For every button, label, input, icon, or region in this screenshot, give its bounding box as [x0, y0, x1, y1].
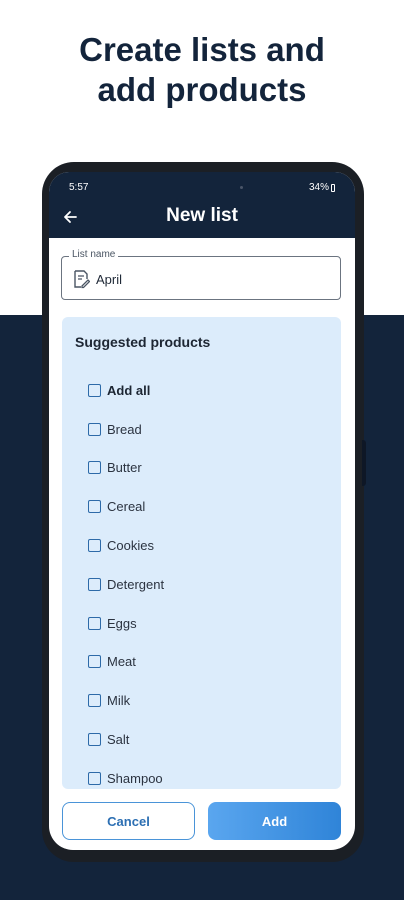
suggested-products-list: Add all Bread Butter Cereal Cookies Dete… — [88, 371, 164, 798]
checkbox-add-all[interactable]: Add all — [88, 371, 164, 410]
battery-icon — [331, 183, 335, 192]
checkbox-label: Butter — [107, 460, 142, 476]
checkbox-shampoo[interactable]: Shampoo — [88, 759, 164, 798]
checkbox-icon[interactable] — [88, 383, 101, 397]
headline-line-1: Create lists and — [79, 31, 325, 68]
headline-line-2: add products — [97, 71, 307, 108]
checkbox-label: Milk — [107, 693, 131, 709]
cancel-button[interactable]: Cancel — [62, 802, 195, 840]
checkbox-icon[interactable] — [88, 694, 101, 708]
checkbox-butter[interactable]: Butter — [88, 449, 164, 488]
battery-percent: 34% — [308, 182, 329, 193]
checkbox-icon[interactable] — [88, 733, 101, 747]
checkbox-bread[interactable]: Bread — [88, 410, 164, 449]
checkbox-label: Salt — [107, 732, 130, 748]
checkbox-icon[interactable] — [88, 771, 101, 785]
checkbox-label: Cereal — [107, 499, 146, 515]
headline: Create lists and add products — [0, 30, 404, 110]
edit-note-icon — [74, 270, 90, 289]
checkbox-icon[interactable] — [88, 461, 101, 475]
checkbox-icon[interactable] — [88, 500, 101, 514]
checkbox-label: Add all — [107, 382, 151, 398]
checkbox-icon[interactable] — [88, 655, 101, 669]
app-bar: 5:57 34% New list — [49, 172, 355, 238]
checkbox-cookies[interactable]: Cookies — [88, 526, 164, 565]
phone-side-button — [362, 440, 366, 486]
checkbox-label: Detergent — [107, 576, 165, 592]
checkbox-salt[interactable]: Salt — [88, 720, 164, 759]
checkbox-detergent[interactable]: Detergent — [88, 565, 164, 604]
checkbox-label: Cookies — [107, 538, 154, 554]
list-name-input[interactable]: April — [96, 272, 122, 287]
checkbox-icon[interactable] — [88, 539, 101, 553]
checkbox-label: Bread — [107, 421, 142, 437]
checkbox-eggs[interactable]: Eggs — [88, 604, 164, 643]
add-button[interactable]: Add — [208, 802, 341, 840]
checkbox-label: Eggs — [107, 615, 137, 631]
checkbox-milk[interactable]: Milk — [88, 681, 164, 720]
status-time: 5:57 — [69, 182, 89, 193]
suggested-products-title: Suggested products — [75, 334, 211, 350]
checkbox-label: Meat — [107, 654, 136, 670]
checkbox-label: Shampoo — [107, 770, 163, 786]
checkbox-icon[interactable] — [88, 616, 101, 630]
camera-dot — [240, 186, 243, 189]
checkbox-icon[interactable] — [88, 577, 101, 591]
status-battery: 34% — [309, 182, 335, 193]
phone-screen: 5:57 34% New list List name April Sugges… — [49, 172, 355, 850]
suggested-products-panel: Suggested products Add all Bread Butter … — [62, 317, 341, 789]
list-name-field[interactable]: List name April — [61, 249, 341, 300]
checkbox-cereal[interactable]: Cereal — [88, 487, 164, 526]
list-name-label: List name — [69, 249, 119, 260]
checkbox-icon[interactable] — [88, 422, 101, 436]
page-title: New list — [166, 205, 238, 226]
checkbox-meat[interactable]: Meat — [88, 643, 164, 682]
